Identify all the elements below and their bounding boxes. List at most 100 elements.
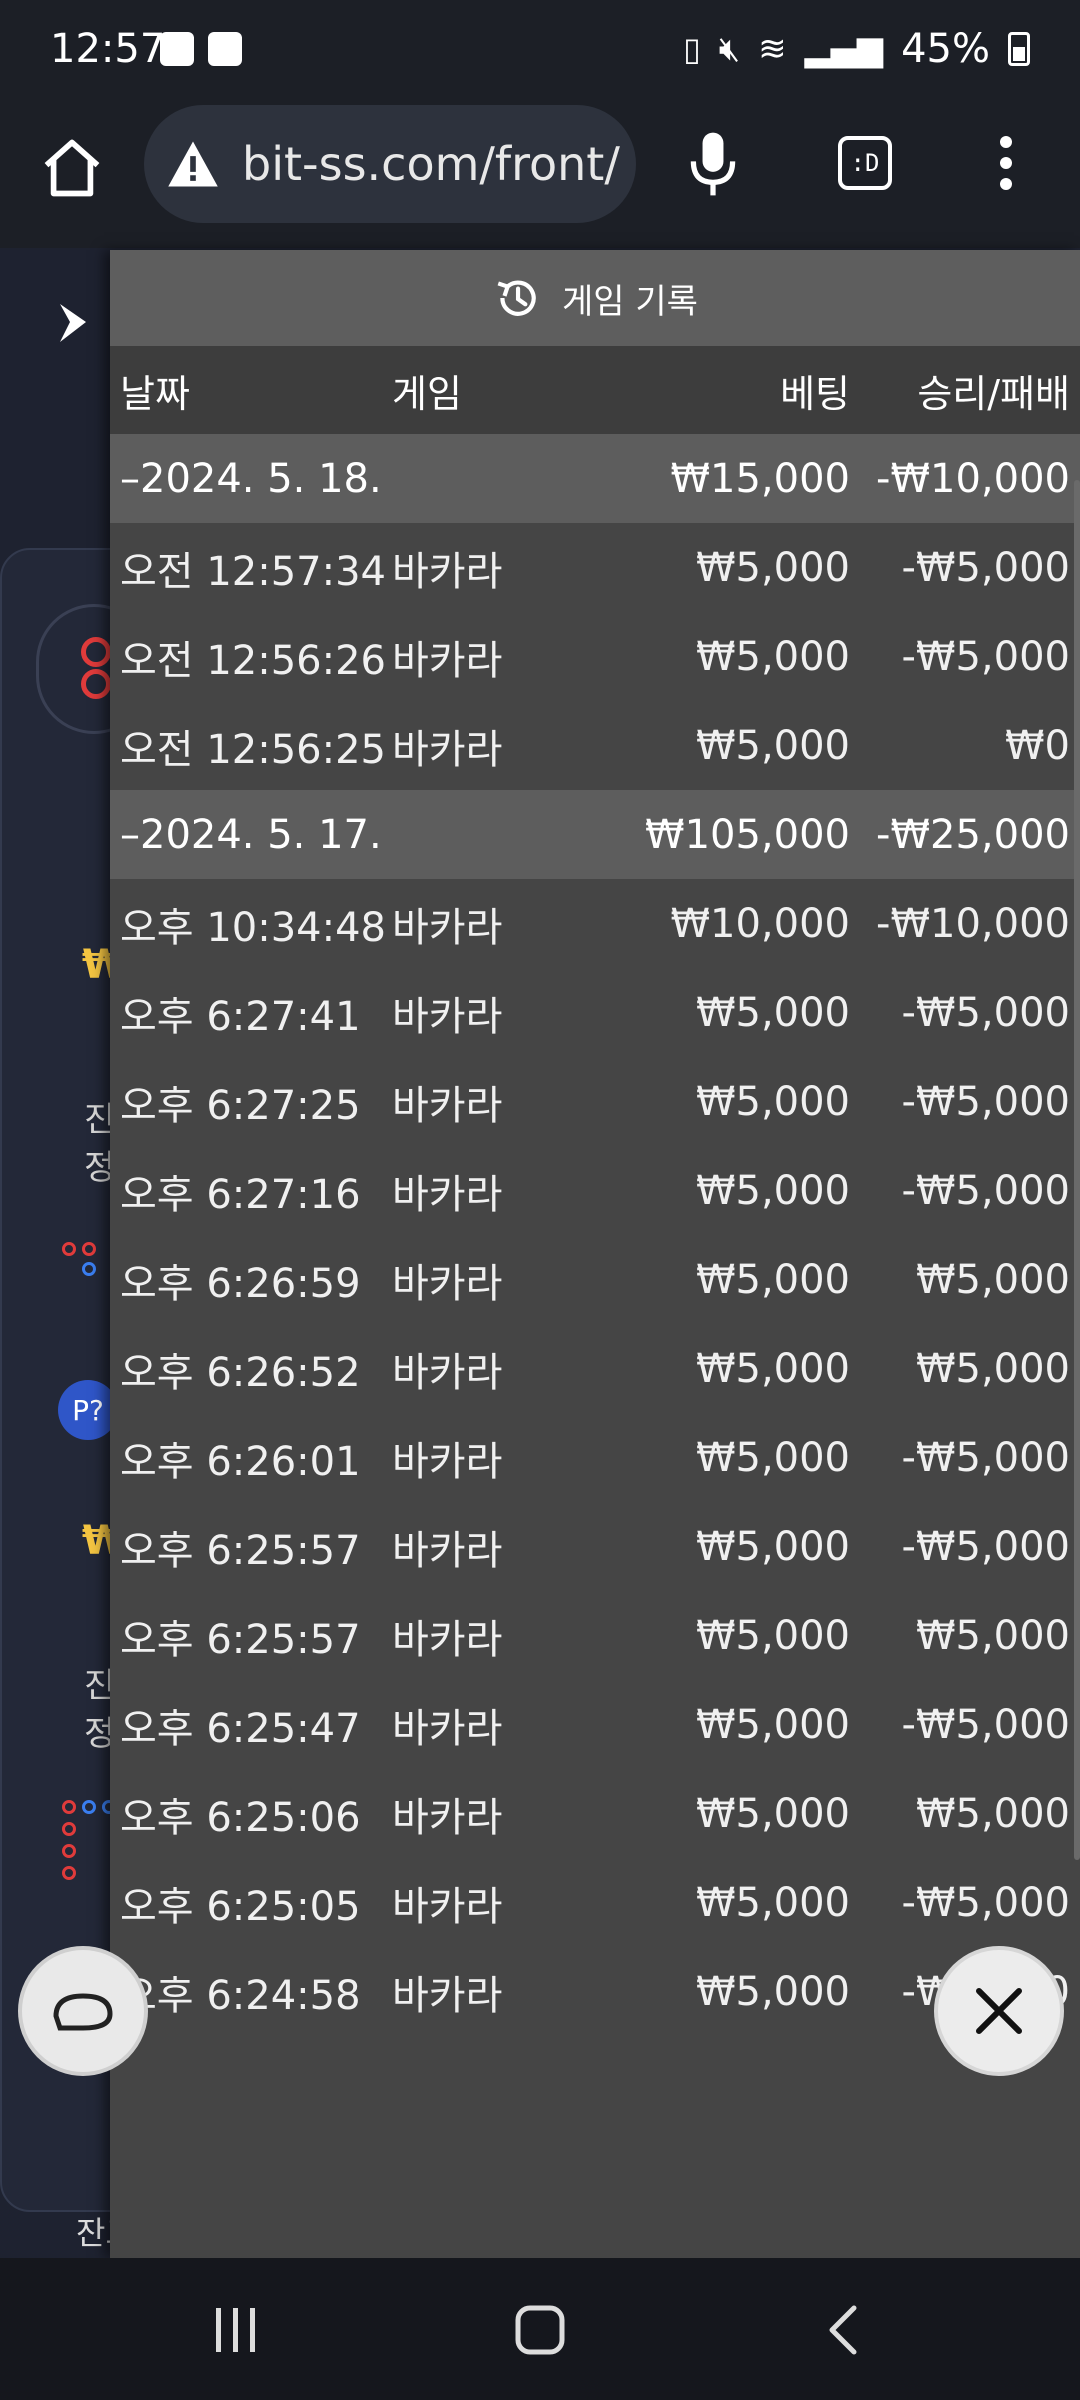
mute-icon: 🔇︎ xyxy=(718,29,741,69)
cell-bet: ₩5,000 xyxy=(695,1790,850,1837)
table-row[interactable]: 오후 10:34:48 바카라 ₩10,000 -₩10,000 xyxy=(110,879,1080,968)
table-row[interactable]: 오후 6:25:05 바카라 ₩5,000 -₩5,000 xyxy=(110,1858,1080,1947)
cell-date: 오후 6:25:06 xyxy=(120,1794,361,1841)
cell-win-loss: ₩5,000 xyxy=(915,1256,1070,1303)
cell-win-loss: -₩25,000 xyxy=(876,811,1070,858)
gallery-notification-icon xyxy=(160,32,194,66)
status-time: 12:57 xyxy=(50,26,166,72)
battery-saver-icon: ▯ xyxy=(683,30,701,68)
column-date: 날짜 xyxy=(120,371,190,416)
recent-apps-icon[interactable] xyxy=(206,2304,266,2356)
cell-game: 바카라 xyxy=(392,1705,503,1752)
red-bead-icon xyxy=(82,1242,96,1256)
table-row[interactable]: 오후 6:26:52 바카라 ₩5,000 ₩5,000 xyxy=(110,1324,1080,1413)
signal-icon: ▂▄▆ xyxy=(804,29,884,69)
cell-bet: ₩5,000 xyxy=(695,1256,850,1303)
table-row[interactable]: 오전 12:57:34 바카라 ₩5,000 -₩5,000 xyxy=(110,523,1080,612)
chat-button[interactable] xyxy=(18,1946,148,2076)
cell-win-loss: ₩5,000 xyxy=(915,1790,1070,1837)
cell-game: 바카라 xyxy=(392,1171,503,1218)
more-menu-icon[interactable] xyxy=(996,136,1016,196)
cell-bet: ₩5,000 xyxy=(695,989,850,1036)
table-row[interactable]: 오후 6:25:47 바카라 ₩5,000 -₩5,000 xyxy=(110,1680,1080,1769)
cell-date: 오후 6:26:01 xyxy=(120,1438,361,1485)
warning-icon[interactable] xyxy=(166,137,220,191)
blue-bead-icon xyxy=(82,1800,96,1814)
red-bead-icon xyxy=(62,1844,76,1858)
wifi-icon: ≋ xyxy=(758,29,787,69)
table-row[interactable]: 오후 6:27:16 바카라 ₩5,000 -₩5,000 xyxy=(110,1146,1080,1235)
cell-win-loss: -₩10,000 xyxy=(876,900,1070,947)
cell-date: 오후 6:25:57 xyxy=(120,1527,361,1574)
home-icon[interactable] xyxy=(38,134,106,202)
history-table-body[interactable]: –2024. 5. 18. ₩15,000 -₩10,000 오전 12:57:34 바… xyxy=(110,434,1080,2036)
home-nav-icon[interactable] xyxy=(510,2304,570,2356)
cell-game: 바카라 xyxy=(392,1438,503,1485)
cell-win-loss: ₩0 xyxy=(1005,722,1070,769)
game-history-panel: 게임 기록 날짜 게임 베팅 승리/패배 –2024. 5. 18. ₩15,00… xyxy=(110,250,1080,2258)
cell-win-loss: -₩5,000 xyxy=(901,1078,1071,1125)
table-row[interactable]: 오전 12:56:25 바카라 ₩5,000 ₩0 xyxy=(110,701,1080,790)
app-notification-icon xyxy=(208,32,242,66)
column-game: 게임 xyxy=(392,371,462,416)
system-nav-bar xyxy=(0,2258,1080,2400)
cell-bet: ₩105,000 xyxy=(645,811,850,858)
table-row[interactable]: 오전 12:56:26 바카라 ₩5,000 -₩5,000 xyxy=(110,612,1080,701)
back-icon[interactable] xyxy=(814,2304,874,2356)
cell-bet: ₩10,000 xyxy=(670,900,850,947)
cell-bet: ₩5,000 xyxy=(695,722,850,769)
date-group-row[interactable]: –2024. 5. 17. ₩105,000 -₩25,000 xyxy=(110,790,1080,879)
cell-game: 바카라 xyxy=(392,993,503,1040)
table-row[interactable]: 오후 6:26:01 바카라 ₩5,000 -₩5,000 xyxy=(110,1413,1080,1502)
cell-date: –2024. 5. 18. xyxy=(120,455,382,502)
close-icon xyxy=(976,1988,1022,2034)
cell-date: 오전 12:56:25 xyxy=(120,726,386,773)
cell-game: 바카라 xyxy=(392,1349,503,1396)
table-header: 날짜 게임 베팅 승리/패배 xyxy=(110,346,1080,434)
cell-bet: ₩5,000 xyxy=(695,1078,850,1125)
chat-bubble-icon xyxy=(53,1993,113,2031)
table-row[interactable]: 오후 6:27:41 바카라 ₩5,000 -₩5,000 xyxy=(110,968,1080,1057)
close-button[interactable] xyxy=(934,1946,1064,2076)
table-row[interactable]: 오후 6:27:25 바카라 ₩5,000 -₩5,000 xyxy=(110,1057,1080,1146)
player-badge: P? xyxy=(58,1380,118,1440)
red-bead-icon xyxy=(81,637,111,667)
cell-win-loss: -₩5,000 xyxy=(901,1879,1071,1926)
cell-bet: ₩5,000 xyxy=(695,633,850,680)
cell-win-loss: ₩5,000 xyxy=(915,1612,1070,1659)
cell-bet: ₩5,000 xyxy=(695,1345,850,1392)
cell-win-loss: ₩5,000 xyxy=(915,1345,1070,1392)
scrollbar[interactable] xyxy=(1074,480,1080,1860)
cell-date: 오후 6:25:57 xyxy=(120,1616,361,1663)
cell-game: 바카라 xyxy=(392,1527,503,1574)
red-bead-icon xyxy=(62,1800,76,1814)
url-bar[interactable]: bit-ss.com/front/ xyxy=(144,105,636,223)
cell-bet: ₩5,000 xyxy=(695,1612,850,1659)
table-row[interactable]: 오후 6:26:59 바카라 ₩5,000 ₩5,000 xyxy=(110,1235,1080,1324)
url-text[interactable]: bit-ss.com/front/ xyxy=(242,137,620,191)
cell-date: 오후 6:27:16 xyxy=(120,1171,361,1218)
table-row[interactable]: 오후 6:25:06 바카라 ₩5,000 ₩5,000 xyxy=(110,1769,1080,1858)
cell-win-loss: -₩5,000 xyxy=(901,1523,1071,1570)
cell-game: 바카라 xyxy=(392,726,503,773)
cell-bet: ₩5,000 xyxy=(695,1701,850,1748)
battery-icon xyxy=(1008,32,1030,66)
table-row[interactable]: 오후 6:25:57 바카라 ₩5,000 ₩5,000 xyxy=(110,1591,1080,1680)
cell-game: 바카라 xyxy=(392,1616,503,1663)
date-group-row[interactable]: –2024. 5. 18. ₩15,000 -₩10,000 xyxy=(110,434,1080,523)
status-bar: 12:57 ▯ 🔇︎ ≋ ▂▄▆ 45% xyxy=(0,0,1080,100)
cell-win-loss: -₩5,000 xyxy=(901,1434,1071,1481)
cell-bet: ₩5,000 xyxy=(695,1167,850,1214)
cell-bet: ₩5,000 xyxy=(695,1434,850,1481)
cell-date: 오후 6:26:52 xyxy=(120,1349,361,1396)
cell-date: 오후 10:34:48 xyxy=(120,904,386,951)
red-bead-icon xyxy=(62,1866,76,1880)
cell-bet: ₩5,000 xyxy=(695,544,850,591)
cell-game: 바카라 xyxy=(392,1883,503,1930)
browser-toolbar: bit-ss.com/front/ :D xyxy=(0,100,1080,248)
tab-switcher-button[interactable]: :D xyxy=(838,136,892,190)
cell-bet: ₩5,000 xyxy=(695,1523,850,1570)
table-row[interactable]: 오후 6:25:57 바카라 ₩5,000 -₩5,000 xyxy=(110,1502,1080,1591)
microphone-icon[interactable] xyxy=(686,130,740,198)
cell-bet: ₩15,000 xyxy=(670,455,850,502)
